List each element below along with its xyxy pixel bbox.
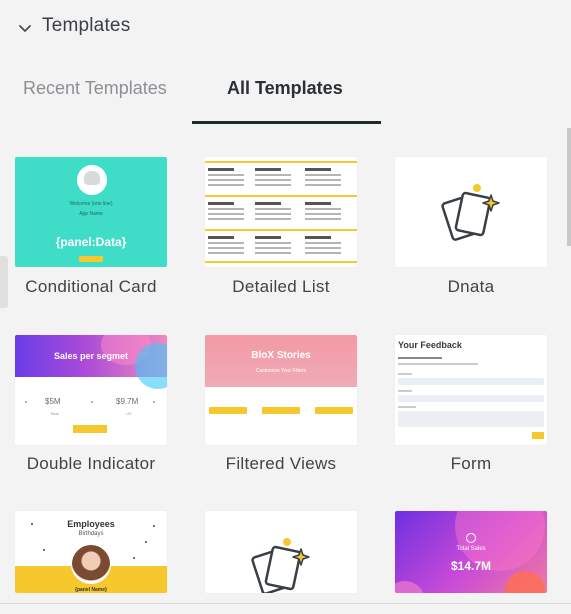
preview-line (398, 363, 478, 365)
preview-input (398, 395, 544, 402)
coin-icon (466, 533, 476, 543)
active-tab-indicator (192, 121, 381, 124)
chevron-down-icon[interactable] (17, 20, 33, 36)
template-card-dnata[interactable] (395, 157, 547, 267)
preview-button (79, 256, 103, 262)
preview-sub: Blue (51, 411, 60, 416)
preview-value: $14.7M (450, 559, 492, 573)
template-label[interactable]: Dnata (395, 277, 547, 297)
template-label[interactable]: Form (395, 454, 547, 474)
scrollbar-thumb[interactable] (567, 128, 571, 246)
preview-title: Sales per segmet (53, 351, 129, 361)
preview-button (73, 425, 107, 433)
template-card-total-sales[interactable]: Total Sales $14.7M (395, 511, 547, 593)
cards-sparkle-icon (441, 184, 500, 241)
preview-header (205, 335, 357, 387)
preview-chip (262, 407, 300, 414)
preview-subtitle: Birthdays (78, 531, 104, 537)
preview-value: $5M (45, 397, 61, 406)
cards-sparkle-icon (251, 538, 310, 593)
tab-all-templates[interactable]: All Templates (227, 78, 343, 99)
template-label[interactable]: Conditional Card (15, 277, 167, 297)
preview-line (398, 373, 412, 375)
divider (0, 603, 571, 604)
preview-textarea (398, 411, 544, 427)
preview-chip (209, 407, 247, 414)
template-card-icon[interactable] (205, 511, 357, 593)
preview-text: App Name (79, 211, 103, 217)
preview-title: Total Sales (456, 546, 486, 552)
preview-line (398, 406, 416, 408)
preview-row (205, 161, 357, 195)
template-label[interactable]: Detailed List (205, 277, 357, 297)
tab-recent-templates[interactable]: Recent Templates (23, 78, 167, 99)
section-title: Templates (42, 15, 131, 36)
preview-line (398, 390, 412, 392)
template-label[interactable]: Filtered Views (205, 454, 357, 474)
templates-panel: Templates Recent Templates All Templates… (0, 0, 571, 614)
side-collapse-handle[interactable] (0, 256, 8, 308)
template-card-double-indicator[interactable]: Sales per segmet $5M $9.7M Blue US (15, 335, 167, 445)
preview-row (205, 229, 357, 263)
avatar-face-icon (84, 171, 100, 185)
template-card-conditional-card[interactable]: Welcome (one line) App Name {panel:Data} (15, 157, 167, 267)
preview-text: Welcome (one line) (69, 201, 113, 207)
preview-sub: US (126, 411, 132, 416)
preview-line (398, 357, 442, 359)
preview-row (205, 195, 357, 229)
preview-subtitle: Customize Your Filters (255, 368, 307, 374)
template-card-form[interactable]: Your Feedback (395, 335, 547, 445)
template-label[interactable]: Double Indicator (15, 454, 167, 474)
preview-title: BloX Stories (251, 350, 311, 361)
template-card-filtered-views[interactable]: BloX Stories Customize Your Filters (205, 335, 357, 445)
preview-title: Your Feedback (398, 340, 462, 350)
preview-big-text: {panel:Data} (55, 235, 127, 249)
employee-photo (71, 544, 111, 584)
preview-name: {panel Name} (75, 587, 107, 593)
preview-value: $9.7M (116, 397, 139, 406)
preview-chip (315, 407, 353, 414)
tab-bar: Recent Templates All Templates (0, 66, 571, 126)
templates-section-header[interactable]: Templates (0, 0, 571, 54)
preview-title: Employees (67, 519, 115, 529)
preview-button (532, 432, 544, 439)
template-card-detailed-list[interactable] (205, 157, 357, 267)
template-card-employees[interactable]: Employees Birthdays {panel Name} (15, 511, 167, 593)
preview-input (398, 378, 544, 385)
